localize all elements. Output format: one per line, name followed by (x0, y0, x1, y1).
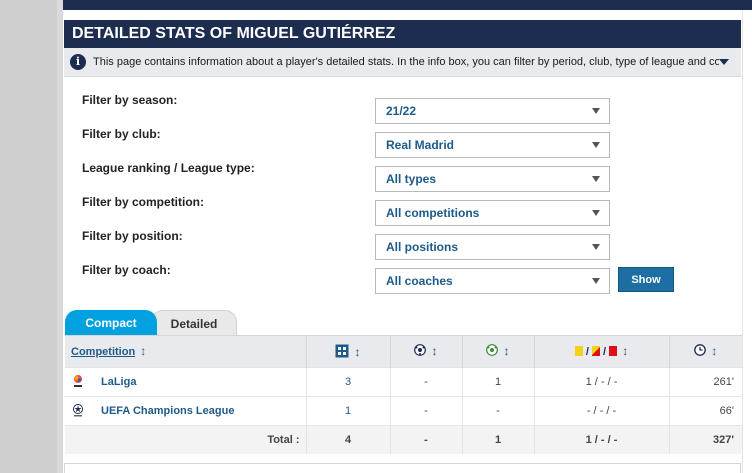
competition-cell: UEFA Champions League (65, 395, 306, 425)
position-select[interactable]: All positions (375, 234, 610, 260)
filter-label: Filter by season: (82, 93, 178, 107)
filter-label: Filter by position: (82, 229, 183, 243)
tab-compact[interactable]: Compact (65, 310, 157, 335)
club-select[interactable]: Real Madrid (375, 132, 610, 158)
select-value: All positions (386, 240, 458, 254)
goals-cell: - (389, 395, 462, 425)
table-row: LaLiga 3 - 1 1 / - / - 261' (65, 366, 742, 396)
caret-down-icon (592, 278, 600, 284)
minutes-cell: 261' (668, 366, 742, 396)
left-gutter (0, 0, 57, 473)
select-value: Real Madrid (386, 138, 455, 152)
sort-icon[interactable]: ↕ (504, 344, 510, 358)
competition-header[interactable]: Competition (71, 346, 135, 358)
competition-select[interactable]: All competitions (375, 200, 610, 226)
apps-link[interactable]: 3 (345, 376, 351, 388)
sort-icon[interactable]: ↕ (355, 345, 361, 359)
total-label: Total : (65, 424, 306, 454)
filter-row-competition: Filter by competition: All competitions (82, 194, 722, 226)
competition-link[interactable]: LaLiga (101, 376, 136, 388)
col-assists[interactable]: ↕ (461, 336, 534, 367)
total-minutes: 327' (668, 424, 742, 454)
apps-cell: 3 (305, 366, 390, 396)
assist-ball-icon (486, 344, 499, 357)
sort-icon[interactable]: ↕ (140, 344, 146, 358)
sort-icon[interactable]: ↕ (432, 344, 438, 358)
assists-cell: 1 (461, 366, 534, 396)
stats-table: Competition ↕ ↕ ↕ ↕ / / ↕ ↕ LaLiga 3 - 1… (65, 336, 742, 454)
table-header-row: Competition ↕ ↕ ↕ ↕ / / ↕ ↕ (65, 336, 742, 367)
chevron-down-icon[interactable] (719, 59, 729, 65)
col-cards[interactable]: / / ↕ (533, 336, 669, 367)
filter-label: Filter by coach: (82, 263, 171, 277)
assists-cell: - (461, 395, 534, 425)
filter-label: Filter by club: (82, 127, 161, 141)
caret-down-icon (592, 176, 600, 182)
show-button[interactable]: Show (618, 267, 674, 292)
competition-cell: LaLiga (65, 366, 306, 396)
col-competition[interactable]: Competition ↕ (65, 336, 306, 367)
filter-label: Filter by competition: (82, 195, 205, 209)
select-value: All coaches (386, 274, 453, 288)
caret-down-icon (592, 142, 600, 148)
sort-icon[interactable]: ↕ (622, 344, 628, 358)
apps-link[interactable]: 1 (345, 405, 351, 417)
info-box[interactable]: i This page contains information about a… (64, 48, 741, 77)
minutes-cell: 66' (668, 395, 742, 425)
total-apps: 4 (305, 424, 390, 454)
yellow-card-icon (574, 346, 583, 357)
lineup-icon (335, 344, 349, 358)
red-card-icon (609, 346, 618, 357)
total-cards: 1 / - / - (533, 424, 669, 454)
total-assists: 1 (461, 424, 534, 454)
coach-select[interactable]: All coaches (375, 268, 610, 294)
filter-row-season: Filter by season: 21/22 (82, 92, 722, 124)
ball-icon (414, 344, 427, 357)
caret-down-icon (592, 244, 600, 250)
content-area: DETAILED STATS OF MIGUEL GUTIÉRREZ i Thi… (63, 0, 752, 473)
caret-down-icon (592, 108, 600, 114)
top-strip (63, 0, 752, 10)
competition-link[interactable]: UEFA Champions League (101, 405, 234, 417)
total-goals: - (389, 424, 462, 454)
champions-league-logo-icon (73, 403, 83, 416)
filter-label: League ranking / League type: (82, 161, 255, 175)
card-separator: / (585, 346, 589, 359)
select-value: All types (386, 172, 437, 186)
select-value: 21/22 (386, 104, 417, 118)
caret-down-icon (592, 210, 600, 216)
laliga-logo-icon (74, 374, 82, 387)
clock-icon (694, 344, 707, 357)
select-value: All competitions (386, 206, 480, 220)
league-type-select[interactable]: All types (375, 166, 610, 192)
info-circle-icon: i (70, 54, 86, 70)
card-separator: / (603, 346, 607, 359)
info-text: This page contains information about a p… (93, 56, 719, 68)
tab-detailed[interactable]: Detailed (151, 310, 237, 335)
filter-row-club: Filter by club: Real Madrid (82, 126, 722, 158)
filter-row-league-type: League ranking / League type: All types (82, 160, 722, 192)
second-yellow-card-icon (591, 346, 600, 357)
page-title: DETAILED STATS OF MIGUEL GUTIÉRREZ (64, 20, 741, 48)
col-minutes[interactable]: ↕ (668, 336, 742, 367)
total-row: Total : 4 - 1 1 / - / - 327' (65, 424, 742, 454)
col-appearances[interactable]: ↕ (305, 336, 390, 367)
sort-icon[interactable]: ↕ (711, 344, 717, 358)
right-margin (742, 10, 752, 473)
cards-cell: 1 / - / - (533, 366, 669, 396)
table-row: UEFA Champions League 1 - - - / - / - 66… (65, 395, 742, 425)
filter-row-position: Filter by position: All positions (82, 228, 722, 260)
next-box (64, 463, 741, 473)
season-select[interactable]: 21/22 (375, 98, 610, 124)
goals-cell: - (389, 366, 462, 396)
cards-cell: - / - / - (533, 395, 669, 425)
apps-cell: 1 (305, 395, 390, 425)
col-goals[interactable]: ↕ (389, 336, 462, 367)
